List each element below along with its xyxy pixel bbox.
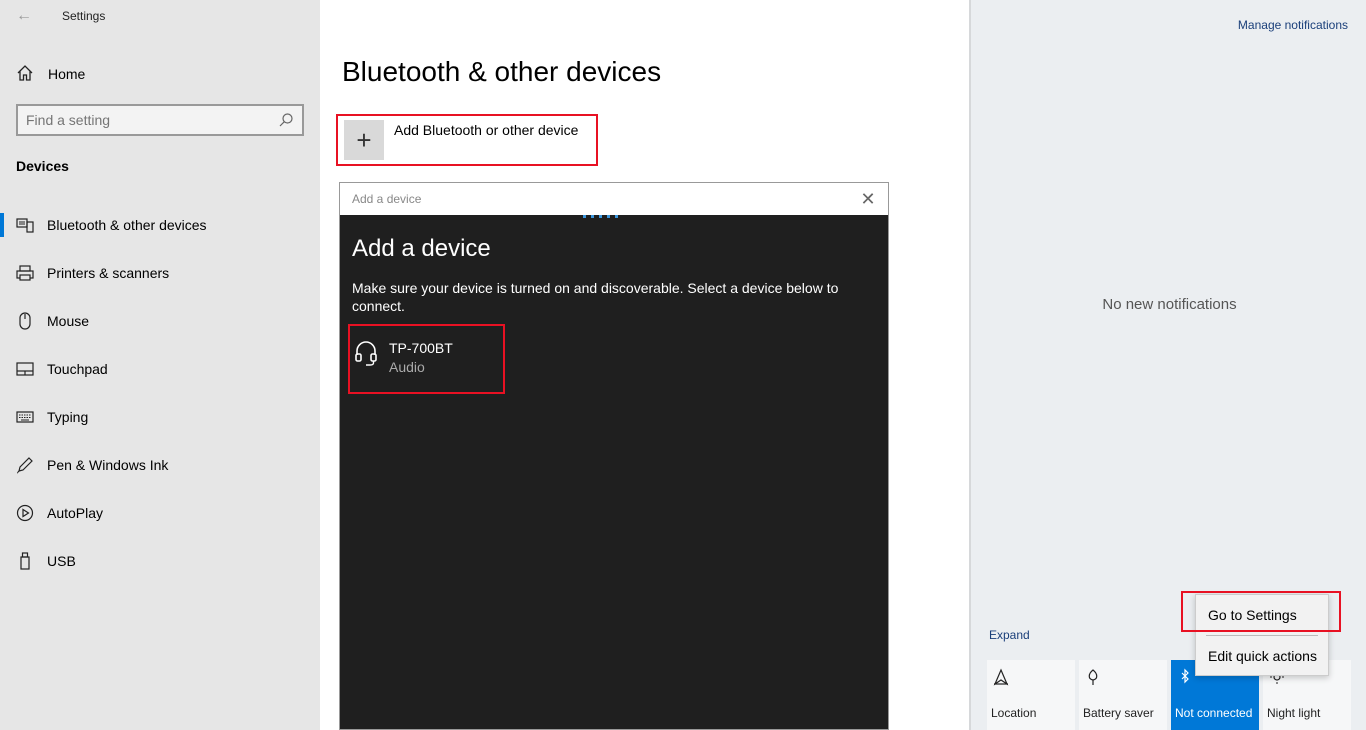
sidebar-item-label: Bluetooth & other devices: [47, 217, 207, 233]
device-name: TP-700BT: [389, 340, 453, 356]
expand-link[interactable]: Expand: [989, 628, 1030, 642]
tile-label: Location: [991, 706, 1037, 720]
sidebar-item-autoplay[interactable]: AutoPlay: [0, 493, 320, 533]
app-title: Settings: [62, 9, 106, 23]
sidebar-item-label: Pen & Windows Ink: [47, 457, 169, 473]
add-device-dialog: Add a device ✕ Add a device Make sure yo…: [339, 182, 889, 730]
page-title: Bluetooth & other devices: [342, 56, 662, 87]
keyboard-icon: [16, 411, 34, 423]
home-icon: [17, 65, 33, 81]
search-box[interactable]: [16, 104, 304, 136]
bluetooth-icon: [1181, 668, 1189, 684]
tile-label: Night light: [1267, 706, 1321, 720]
sidebar-item-touchpad[interactable]: Touchpad: [0, 349, 320, 389]
sidebar-item-mouse[interactable]: Mouse: [0, 301, 320, 341]
mouse-icon: [19, 312, 31, 330]
back-button[interactable]: ←: [12, 6, 36, 26]
quick-action-battery-saver[interactable]: Battery saver: [1079, 660, 1167, 730]
sidebar-item-usb[interactable]: USB: [0, 541, 320, 581]
sidebar-item-label: Touchpad: [47, 361, 108, 377]
dialog-window-title: Add a device: [352, 192, 422, 206]
tile-label: Battery saver: [1083, 706, 1154, 720]
dialog-heading: Add a device: [352, 235, 491, 262]
section-title-devices: Devices: [16, 158, 69, 174]
headset-icon: [355, 341, 377, 366]
quick-action-location[interactable]: Location: [987, 660, 1075, 730]
sidebar-item-pen[interactable]: Pen & Windows Ink: [0, 445, 320, 485]
search-input[interactable]: [26, 111, 266, 129]
sidebar-item-label: AutoPlay: [47, 505, 104, 521]
sidebar-item-label: Typing: [47, 409, 89, 425]
home-nav-item[interactable]: Home: [0, 56, 320, 90]
autoplay-icon: [16, 504, 34, 522]
home-label: Home: [48, 66, 86, 82]
menu-item-edit-quick-actions[interactable]: Edit quick actions: [1196, 636, 1328, 674]
battery-saver-icon: [1088, 669, 1098, 685]
add-device-label: Add Bluetooth or other device: [394, 122, 579, 138]
add-device-button[interactable]: + Add Bluetooth or other device: [336, 114, 598, 166]
dialog-description: Make sure your device is turned on and d…: [352, 280, 839, 314]
device-list-item[interactable]: TP-700BT Audio: [348, 324, 505, 394]
sidebar-item-label: USB: [47, 553, 76, 569]
settings-sidebar: ← Settings Home Devices Bluetooth & othe…: [0, 0, 320, 730]
location-icon: [993, 668, 1009, 686]
progress-dots: [583, 215, 623, 218]
menu-item-go-to-settings[interactable]: Go to Settings: [1196, 595, 1328, 633]
no-notifications-text: No new notifications: [1102, 296, 1237, 313]
context-menu: Go to Settings Edit quick actions: [1195, 594, 1329, 676]
search-icon[interactable]: [278, 112, 294, 128]
pen-icon: [17, 457, 33, 474]
sidebar-item-label: Printers & scanners: [47, 265, 170, 281]
usb-icon: [20, 552, 30, 570]
sidebar-item-bluetooth[interactable]: Bluetooth & other devices: [0, 205, 320, 245]
bluetooth-devices-icon: [16, 218, 34, 233]
sidebar-item-printers[interactable]: Printers & scanners: [0, 253, 320, 293]
printer-icon: [16, 265, 34, 281]
tile-label: Not connected: [1175, 706, 1253, 720]
dialog-title-bar: Add a device ✕: [340, 183, 888, 215]
sidebar-item-label: Mouse: [47, 313, 90, 329]
touchpad-icon: [16, 362, 34, 376]
menu-item-label: Edit quick actions: [1208, 648, 1317, 664]
device-type: Audio: [389, 359, 425, 375]
menu-item-label: Go to Settings: [1208, 607, 1297, 623]
manage-notifications-link[interactable]: Manage notifications: [1238, 18, 1348, 32]
close-icon[interactable]: ✕: [858, 189, 878, 209]
sidebar-item-typing[interactable]: Typing: [0, 397, 320, 437]
title-bar: ← Settings: [0, 0, 320, 32]
plus-icon: +: [344, 120, 384, 160]
